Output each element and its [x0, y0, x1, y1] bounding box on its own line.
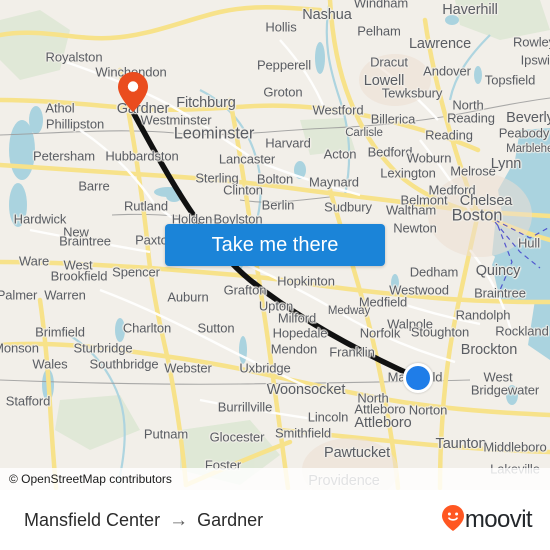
moovit-pin-icon: [441, 504, 464, 536]
arrow-right-icon: →: [169, 509, 189, 531]
origin-dot-marker[interactable]: [403, 363, 433, 393]
map-canvas[interactable]: Royalston Winchendon Athol Gardner Fitchburg…: [0, 0, 550, 490]
origin-label: Mansfield Center: [24, 509, 161, 530]
map-attribution: © OpenStreetMap contributors: [0, 468, 550, 490]
moovit-trip-map-page: Royalston Winchendon Athol Gardner Fitchburg…: [0, 0, 550, 550]
footer-bar: Mansfield Center → Gardner moovit: [0, 490, 550, 550]
destination-label: Gardner: [197, 509, 264, 530]
moovit-wordmark: moovit: [464, 506, 533, 533]
take-me-there-button[interactable]: Take me there: [165, 224, 385, 266]
route-summary: Mansfield Center → Gardner: [24, 510, 263, 531]
attribution-text[interactable]: © OpenStreetMap contributors: [9, 472, 172, 486]
moovit-logo[interactable]: moovit: [441, 504, 533, 536]
